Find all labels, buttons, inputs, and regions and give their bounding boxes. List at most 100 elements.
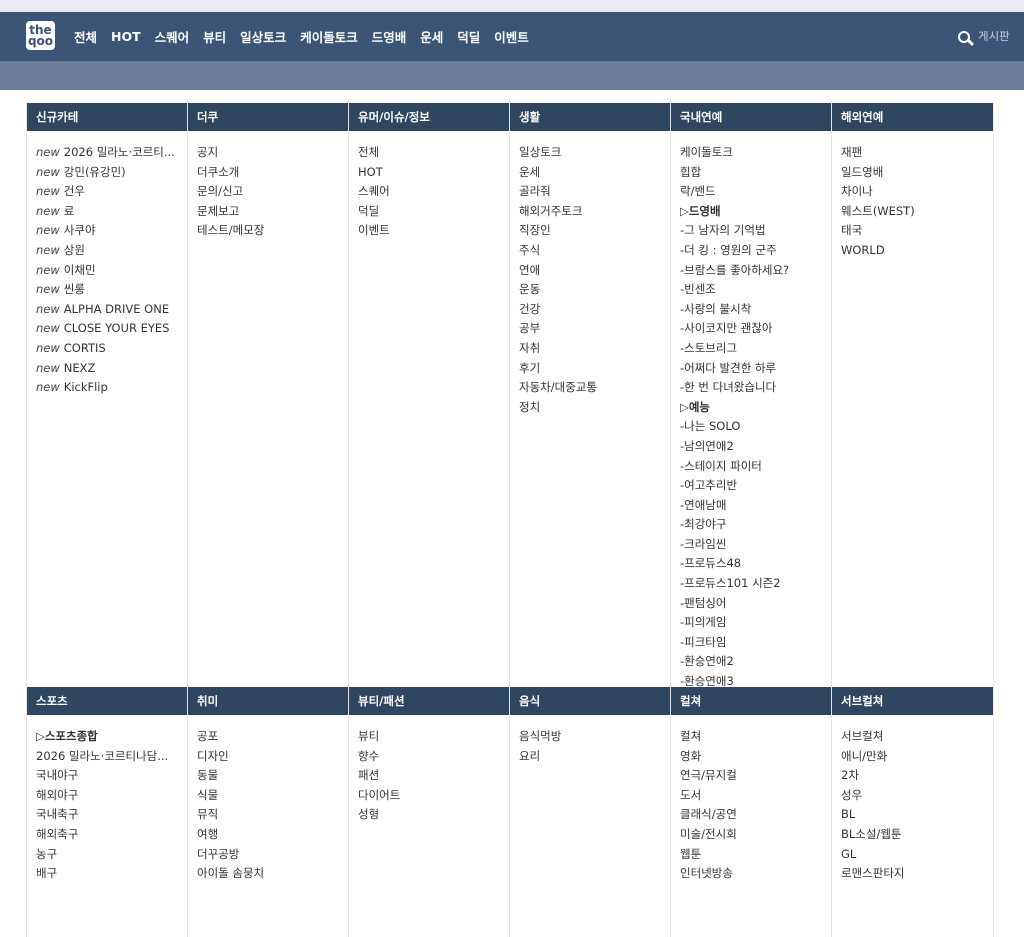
nav-link[interactable]: 이벤트 — [494, 27, 529, 46]
board-link[interactable]: 애니/만화 — [841, 747, 993, 767]
board-link[interactable]: 일드영배 — [841, 163, 993, 183]
board-link[interactable]: 정치 — [519, 398, 670, 418]
board-link[interactable]: 더꾸공방 — [197, 845, 348, 865]
board-link[interactable]: -스테이지 파이터 — [680, 457, 831, 477]
nav-link[interactable]: 케이돌토크 — [300, 27, 358, 46]
nav-link[interactable]: 덕딜 — [457, 27, 480, 46]
search-icon[interactable] — [958, 31, 970, 43]
board-link[interactable]: 해외야구 — [36, 786, 187, 806]
board-link[interactable]: new 료 — [36, 202, 187, 222]
board-link[interactable]: 디자인 — [197, 747, 348, 767]
board-link[interactable]: -더 킹 : 영원의 군주 — [680, 241, 831, 261]
board-link[interactable]: BL — [841, 805, 993, 825]
board-link[interactable]: -최강야구 — [680, 515, 831, 535]
board-link[interactable]: -한 번 다녀왔습니다 — [680, 378, 831, 398]
board-link[interactable]: 직장인 — [519, 221, 670, 241]
board-link[interactable]: 테스트/메모장 — [197, 221, 348, 241]
board-link[interactable]: 도서 — [680, 786, 831, 806]
board-link[interactable]: -피크타임 — [680, 633, 831, 653]
board-link[interactable]: new 사쿠야 — [36, 221, 187, 241]
board-link[interactable]: 여행 — [197, 825, 348, 845]
board-link[interactable]: 락/밴드 — [680, 182, 831, 202]
search-input[interactable] — [978, 31, 1018, 43]
board-link[interactable]: -연애남매 — [680, 496, 831, 516]
board-link[interactable]: 향수 — [358, 747, 509, 767]
board-link[interactable]: new 건우 — [36, 182, 187, 202]
nav-link[interactable]: 전체 — [74, 27, 97, 46]
board-link[interactable]: 케이돌토크 — [680, 143, 831, 163]
board-link[interactable]: -사랑의 불시착 — [680, 300, 831, 320]
nav-link[interactable]: HOT — [111, 29, 141, 44]
board-link[interactable]: 자동차/대중교통 — [519, 378, 670, 398]
board-link[interactable]: new CLOSE YOUR EYES — [36, 319, 187, 339]
board-link[interactable]: 연애 — [519, 261, 670, 281]
board-link[interactable]: 2026 밀라노·코르티나담... — [36, 747, 187, 767]
board-link[interactable]: 식물 — [197, 786, 348, 806]
board-link[interactable]: 더쿠소개 — [197, 163, 348, 183]
board-link[interactable]: 이벤트 — [358, 221, 509, 241]
board-link[interactable]: 덕딜 — [358, 202, 509, 222]
board-link[interactable]: 서브컬쳐 — [841, 727, 993, 747]
board-link[interactable]: 주식 — [519, 241, 670, 261]
board-link[interactable]: -어쩌다 발견한 하루 — [680, 359, 831, 379]
board-link[interactable]: -환승연애2 — [680, 652, 831, 672]
board-link[interactable]: -빈센조 — [680, 280, 831, 300]
board-link[interactable]: GL — [841, 845, 993, 865]
board-link[interactable]: 2차 — [841, 766, 993, 786]
board-link[interactable]: -나는 SOLO — [680, 417, 831, 437]
nav-link[interactable]: 뷰티 — [203, 27, 226, 46]
board-link[interactable]: HOT — [358, 163, 509, 183]
board-link[interactable]: 공지 — [197, 143, 348, 163]
board-link[interactable]: 다이어트 — [358, 786, 509, 806]
board-link[interactable]: 건강 — [519, 300, 670, 320]
board-link[interactable]: 공부 — [519, 319, 670, 339]
board-link[interactable]: 인터넷방송 — [680, 864, 831, 884]
board-link[interactable]: 공포 — [197, 727, 348, 747]
board-link[interactable]: 힙합 — [680, 163, 831, 183]
search-box[interactable] — [958, 26, 1024, 48]
board-link[interactable]: -스토브리그 — [680, 339, 831, 359]
board-link[interactable]: 후기 — [519, 359, 670, 379]
board-link[interactable]: 자취 — [519, 339, 670, 359]
board-link[interactable]: new KickFlip — [36, 378, 187, 398]
board-link[interactable]: new 이채민 — [36, 261, 187, 281]
board-link[interactable]: 패션 — [358, 766, 509, 786]
board-link[interactable]: ▷예능 — [680, 398, 831, 418]
board-link[interactable]: 요리 — [519, 747, 670, 767]
board-link[interactable]: 문의/신고 — [197, 182, 348, 202]
board-link[interactable]: 미술/전시회 — [680, 825, 831, 845]
board-link[interactable]: -여고추리반 — [680, 476, 831, 496]
board-link[interactable]: 웨스트(WEST) — [841, 202, 993, 222]
board-link[interactable]: ▷드영배 — [680, 202, 831, 222]
board-link[interactable]: 뷰티 — [358, 727, 509, 747]
board-link[interactable]: new CORTIS — [36, 339, 187, 359]
nav-link[interactable]: 드영배 — [372, 27, 407, 46]
board-link[interactable]: -피의게임 — [680, 613, 831, 633]
board-link[interactable]: 문제보고 — [197, 202, 348, 222]
board-link[interactable]: 성우 — [841, 786, 993, 806]
board-link[interactable]: -남의연애2 — [680, 437, 831, 457]
nav-link[interactable]: 운세 — [420, 27, 443, 46]
board-link[interactable]: 클래식/공연 — [680, 805, 831, 825]
board-link[interactable]: 배구 — [36, 864, 187, 884]
board-link[interactable]: -프로듀스101 시즌2 — [680, 574, 831, 594]
board-link[interactable]: BL소설/웹툰 — [841, 825, 993, 845]
board-link[interactable]: 컬쳐 — [680, 727, 831, 747]
board-link[interactable]: 로맨스판타지 — [841, 864, 993, 884]
board-link[interactable]: 해외축구 — [36, 825, 187, 845]
board-link[interactable]: 골라줘 — [519, 182, 670, 202]
board-link[interactable]: 동물 — [197, 766, 348, 786]
board-link[interactable]: 아이돌 솜뭉치 — [197, 864, 348, 884]
board-link[interactable]: 차이나 — [841, 182, 993, 202]
board-link[interactable]: 농구 — [36, 845, 187, 865]
board-link[interactable]: new ALPHA DRIVE ONE — [36, 300, 187, 320]
board-link[interactable]: 해외거주토크 — [519, 202, 670, 222]
board-link[interactable]: 웹툰 — [680, 845, 831, 865]
nav-link[interactable]: 일상토크 — [240, 27, 286, 46]
board-link[interactable]: 태국 — [841, 221, 993, 241]
board-link[interactable]: 국내축구 — [36, 805, 187, 825]
board-link[interactable]: 재팬 — [841, 143, 993, 163]
board-link[interactable]: new 씬롱 — [36, 280, 187, 300]
board-link[interactable]: 운세 — [519, 163, 670, 183]
board-link[interactable]: 운동 — [519, 280, 670, 300]
